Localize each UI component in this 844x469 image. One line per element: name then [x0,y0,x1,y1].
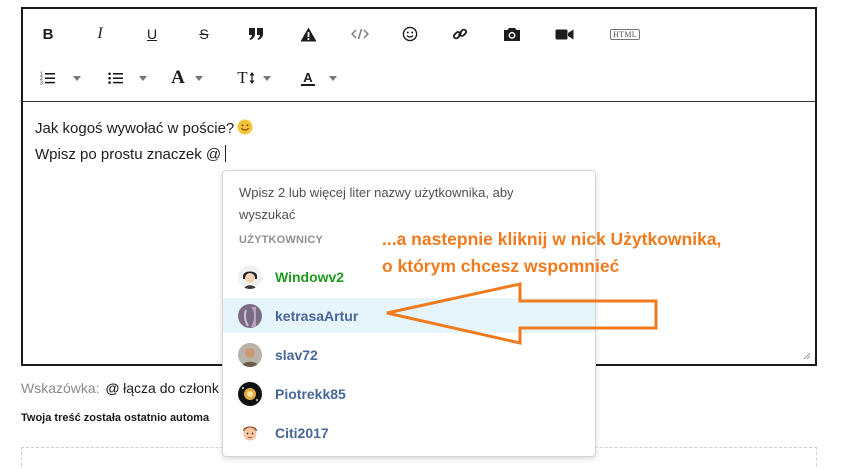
unordered-list-caret-icon[interactable] [139,76,147,81]
video-icon[interactable] [549,21,579,47]
bold-icon[interactable]: B [33,21,63,47]
ordered-list-icon[interactable]: 1 2 3 [33,65,63,91]
content-line-2: Wpisz po prostu znaczek @ [35,142,815,168]
ordered-list-caret-icon[interactable] [73,76,81,81]
text-cursor [225,145,227,162]
resize-handle-icon[interactable] [802,351,811,360]
link-icon[interactable] [445,21,475,47]
avatar-windowv2-icon [238,264,262,289]
html-icon[interactable]: HTML [603,21,647,47]
content-line-1: Jak kogoś wywołać w poście? [35,116,815,142]
autosave-notice: Twoja treść została ostatnio automa [21,412,210,424]
avatar [238,342,262,367]
avatar-slav72-icon [238,342,262,367]
font-size-caret-icon[interactable] [263,76,271,81]
mention-user-item[interactable]: Piotrekk85 [223,376,595,411]
avatar [238,381,262,406]
camera-icon[interactable] [497,21,527,47]
avatar [238,420,262,445]
italic-icon[interactable]: I [85,21,115,47]
text-color-caret-icon[interactable] [329,76,337,81]
avatar-ketrasaartur-icon [238,303,262,328]
annotation-line-1: ...a nastepnie kliknij w nick Użytkownik… [382,229,722,249]
font-size-arrows-icon [249,72,255,84]
smiley-icon-glyph [402,26,418,42]
strikethrough-icon[interactable]: S [189,21,219,47]
quote-icon[interactable] [241,21,271,47]
spoiler-warning-icon[interactable] [293,21,323,47]
annotation-callout: ...a nastepnie kliknij w nick Użytkownik… [382,226,721,280]
unordered-list-icon-glyph [108,72,123,84]
avatar-piotrekk85-icon [238,381,262,406]
font-size-icon[interactable]: T [231,65,261,91]
font-family-icon[interactable]: A [163,65,193,91]
smiley-face-icon [237,119,253,135]
video-icon-glyph [555,29,573,39]
link-icon-glyph [452,28,468,40]
hint-text: Wskazówka: @ łącza do członk [21,380,219,396]
annotation-arrow-icon [386,282,658,345]
code-icon-glyph [351,28,369,40]
camera-icon-glyph [504,27,520,41]
avatar-citi2017-icon [238,420,262,445]
avatar [238,303,262,328]
font-family-caret-icon[interactable] [195,76,203,81]
mention-user-item[interactable]: Citi2017 [223,415,595,450]
underline-icon[interactable]: U [137,21,167,47]
ordered-list-icon-glyph: 1 2 3 [40,72,55,86]
code-icon[interactable] [345,21,375,47]
unordered-list-icon[interactable] [101,65,131,91]
quote-icon-glyph [249,28,263,40]
avatar [238,264,262,289]
warning-icon-glyph [300,27,316,41]
mention-instructions: Wpisz 2 lub więcej liter nazwy użytkowni… [239,185,514,222]
editor-toolbar: B I U S HTML 1 2 3 A T A [23,9,815,102]
svg-text:3: 3 [40,81,43,86]
annotation-line-2: o którym chcesz wspomnieć [382,256,620,276]
mention-users-heading: UŻYTKOWNICY [239,234,324,246]
text-color-icon[interactable]: A [293,65,323,91]
smiley-icon[interactable] [395,21,425,47]
